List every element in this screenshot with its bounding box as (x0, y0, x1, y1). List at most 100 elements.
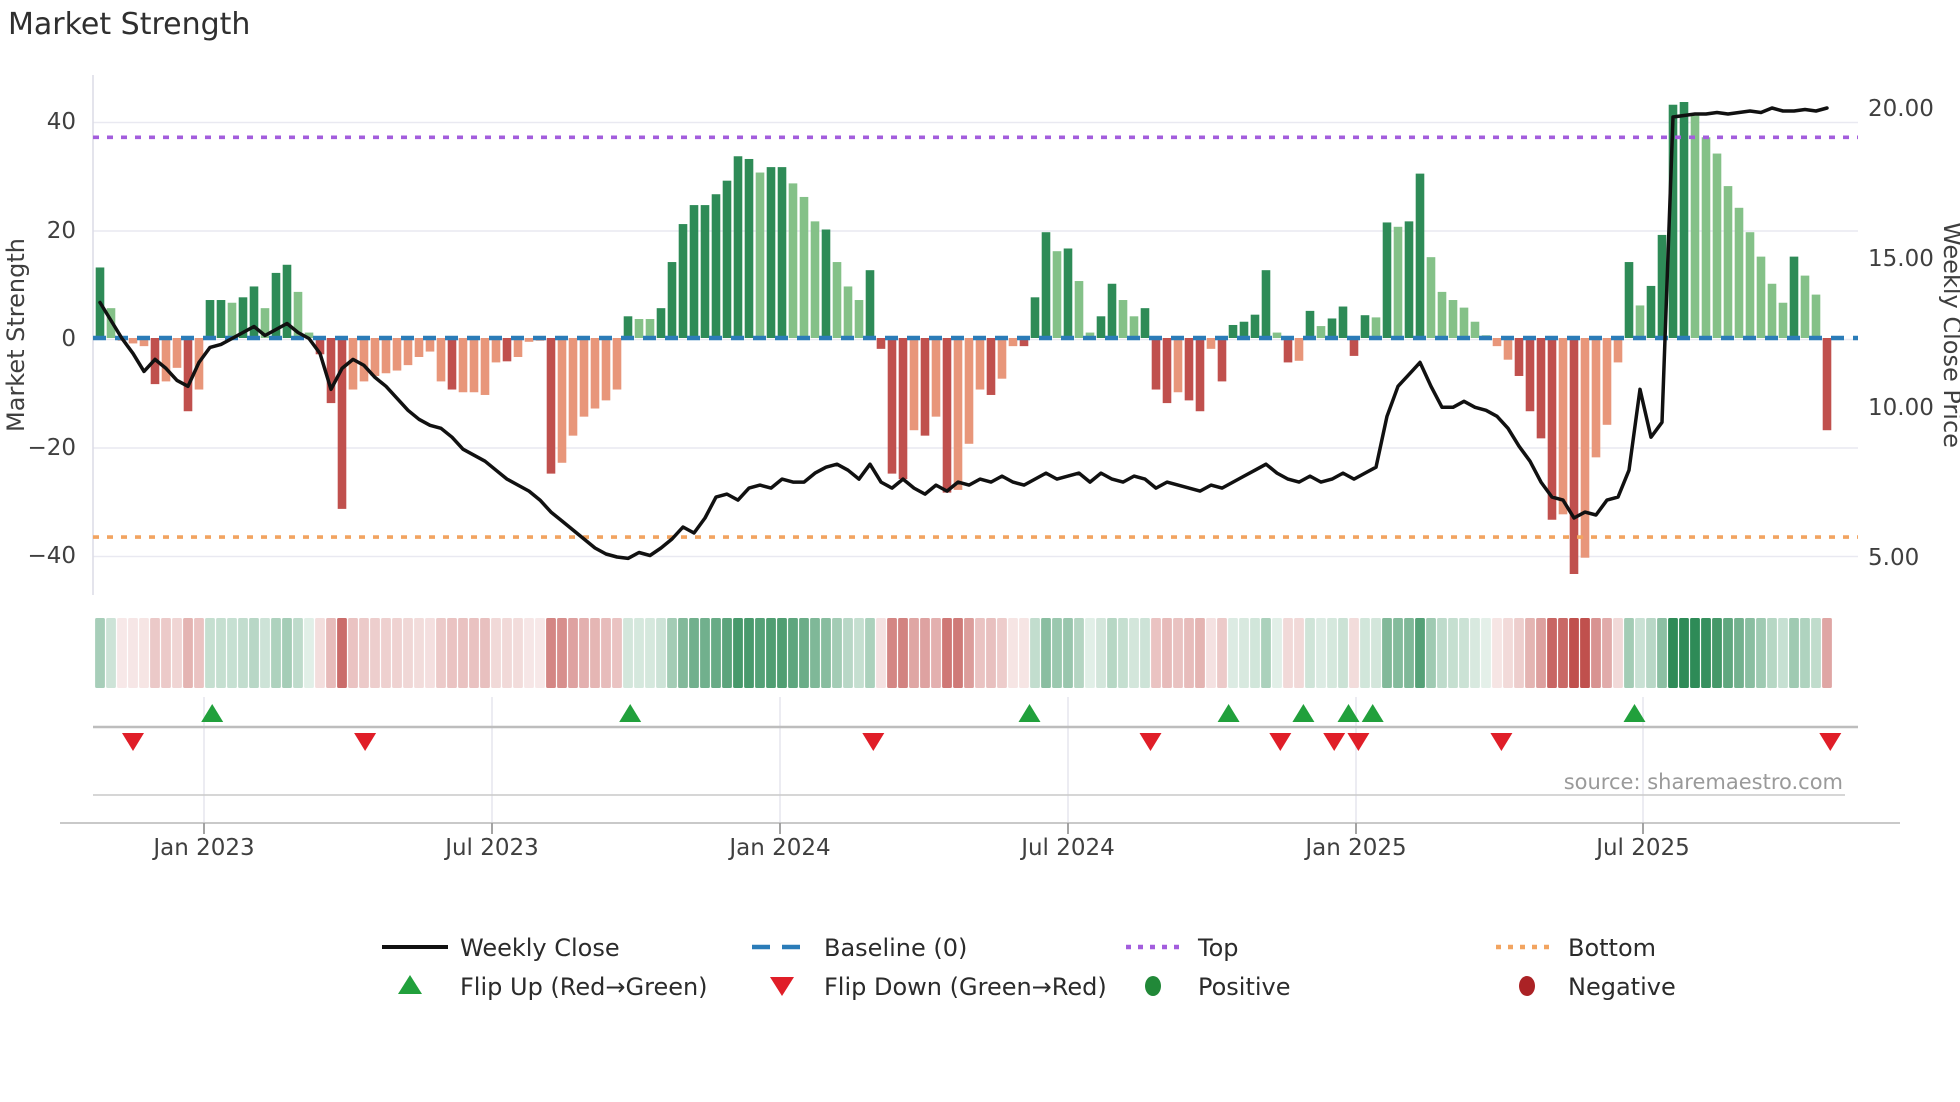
heat-cell (1822, 618, 1832, 688)
heat-cell (1536, 618, 1546, 688)
heat-cell (1734, 618, 1744, 688)
heat-cell (876, 618, 886, 688)
heat-cell (1679, 618, 1689, 688)
heat-cell (821, 618, 831, 688)
bar (1239, 321, 1249, 338)
heat-cell (1756, 618, 1766, 688)
bar (1316, 326, 1326, 338)
heat-cell (1426, 618, 1436, 688)
bar (689, 205, 699, 338)
heat-cell (546, 618, 556, 688)
bar (1173, 338, 1183, 393)
right-tick-10: 10.00 (1868, 395, 1934, 421)
bar (854, 300, 864, 338)
heat-cell (711, 618, 721, 688)
heat-cell (1008, 618, 1018, 688)
bar (1646, 285, 1656, 338)
heat-cell (645, 618, 655, 688)
heat-cell (1767, 618, 1777, 688)
x-tick-jul-2025: Jul 2025 (1594, 835, 1690, 861)
bar (1767, 283, 1777, 338)
bar (1063, 248, 1073, 338)
heat-cell (1327, 618, 1337, 688)
heat-cell (1162, 618, 1172, 688)
heat-cell (568, 618, 578, 688)
left-tick-40: 40 (47, 109, 76, 135)
legend-baseline: Baseline (0) (824, 934, 967, 962)
bar (128, 338, 138, 344)
flip-up-marker (1361, 704, 1384, 722)
bar (1052, 251, 1062, 338)
heat-cell (634, 618, 644, 688)
bar (1272, 332, 1282, 338)
bar (1129, 316, 1139, 338)
bar (1459, 307, 1469, 338)
heat-cell (1591, 618, 1601, 688)
heat-cell (249, 618, 259, 688)
bar (1624, 262, 1634, 338)
bar (1514, 338, 1524, 376)
market-strength-chart-page: Market Strength 40 20 0 −20 −40 20.00 15… (0, 0, 1960, 1102)
bar (1107, 283, 1117, 338)
bar (579, 338, 589, 417)
heat-cell (1052, 618, 1062, 688)
heat-cell (975, 618, 985, 688)
heat-cell (777, 618, 787, 688)
bar (843, 286, 853, 338)
heat-cell (1547, 618, 1557, 688)
flip-down-marker (1490, 733, 1513, 751)
bar (1074, 281, 1084, 338)
heat-cell (1063, 618, 1073, 688)
flip-down-marker (1347, 733, 1370, 751)
bar (1250, 314, 1260, 338)
bar (414, 338, 424, 357)
bar (645, 319, 655, 338)
bar (1217, 338, 1227, 382)
bar (997, 338, 1007, 379)
heat-cell (1305, 618, 1315, 688)
bar (887, 338, 897, 474)
legend-positive: Positive (1198, 973, 1291, 1001)
bar (1118, 300, 1128, 338)
heat-cell (1690, 618, 1700, 688)
heat-cell (1294, 618, 1304, 688)
heat-cell (1184, 618, 1194, 688)
bar (568, 338, 578, 436)
bar (1778, 302, 1788, 338)
bar (172, 338, 182, 368)
bar (216, 300, 226, 338)
heat-cell (1723, 618, 1733, 688)
heat-cell (469, 618, 479, 688)
bar (392, 338, 402, 371)
right-tick-15: 15.00 (1868, 246, 1934, 272)
heat-cell (1635, 618, 1645, 688)
heat-cell (524, 618, 534, 688)
heat-cell (1349, 618, 1359, 688)
bar (733, 156, 743, 338)
bar (1283, 338, 1293, 363)
heat-cell (1096, 618, 1106, 688)
bar (1360, 315, 1370, 338)
heat-cell (282, 618, 292, 688)
heat-cell (1173, 618, 1183, 688)
flip-up-marker (619, 704, 642, 722)
heat-cell (887, 618, 897, 688)
flip-up-marker (1018, 704, 1041, 722)
heat-cell (1811, 618, 1821, 688)
heat-cell (612, 618, 622, 688)
heat-cell (502, 618, 512, 688)
bar (1734, 207, 1744, 338)
bar (1712, 153, 1722, 338)
heat-cell (1041, 618, 1051, 688)
bar (1822, 338, 1832, 431)
heat-cell (1503, 618, 1513, 688)
bar (491, 338, 501, 363)
right-axis-title: Weekly Close Price (1938, 222, 1960, 448)
bar (1811, 294, 1821, 338)
bar (1140, 308, 1150, 338)
bar (1305, 310, 1315, 338)
bar (337, 338, 347, 509)
negative-dot-icon (1519, 976, 1535, 996)
bar (381, 338, 391, 374)
heat-cell (1140, 618, 1150, 688)
